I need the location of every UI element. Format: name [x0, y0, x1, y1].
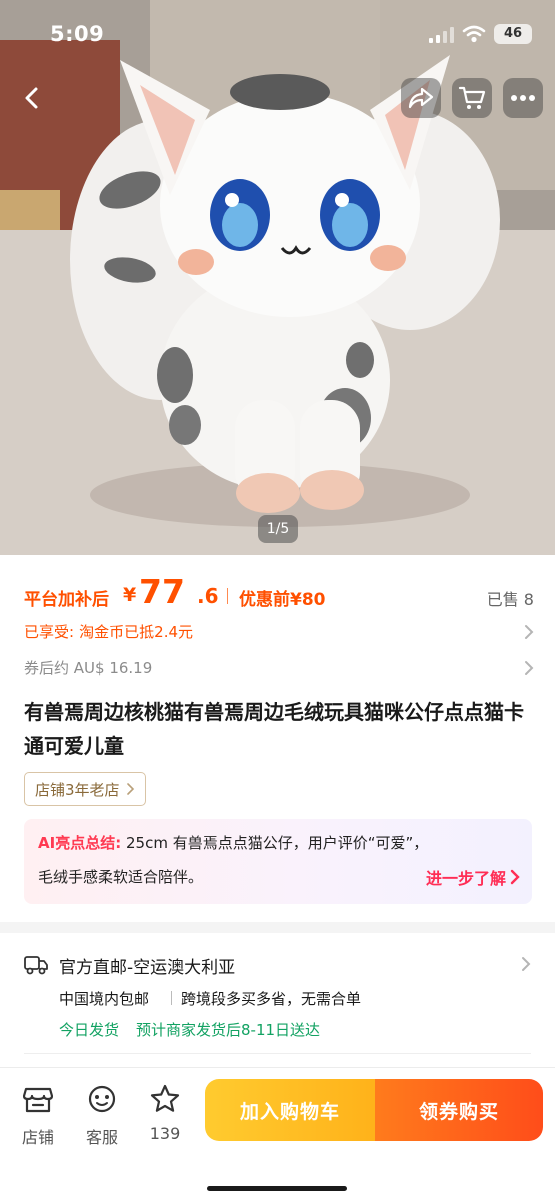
coin-discount-label: 已享受:	[24, 623, 75, 641]
product-info-card: 平台加补后 ¥ 77 .6 优惠前¥80 已售 8 已享受: 淘金币已抵2.4元…	[0, 555, 555, 922]
price-prefix-label: 平台加补后	[24, 590, 109, 610]
product-title: 有兽焉周边核桃猫有兽焉周边毛绒玩具猫咪公仔点点猫卡通可爱儿童	[24, 700, 524, 758]
back-icon	[25, 87, 38, 109]
sold-count: 已售 8	[486, 590, 534, 609]
chevron-right-icon	[525, 625, 534, 639]
shop-icon	[23, 1087, 53, 1113]
share-icon	[408, 87, 434, 109]
chevron-right-icon	[522, 957, 531, 971]
ai-summary-line1: AI亮点总结: 25cm 有兽焉点点猫公仔，用户评价“可爱”，	[38, 832, 428, 853]
coupon-price-row[interactable]: 券后约 AU$ 16.19	[24, 657, 534, 681]
free-domestic-shipping: 中国境内包邮	[59, 990, 150, 1008]
more-button[interactable]	[503, 78, 543, 118]
shop-button[interactable]: 店铺	[13, 1082, 63, 1148]
ai-summary-text2: 毛绒手感柔软适合陪伴。	[38, 868, 204, 886]
favorite-button[interactable]: 139	[140, 1082, 190, 1143]
battery-level: 46	[503, 26, 523, 41]
more-icon	[511, 95, 535, 101]
section-divider	[24, 1053, 531, 1054]
coupon-price-aud: 券后约 AU$ 16.19	[24, 659, 153, 677]
cart-button[interactable]	[452, 78, 492, 118]
price-row: 平台加补后 ¥ 77 .6 优惠前¥80 已售 8	[24, 572, 534, 613]
chevron-right-icon	[126, 783, 134, 795]
product-image-carousel[interactable]: 5:09 46 1/5	[0, 0, 555, 555]
shipping-method: 官方直邮-空运澳大利亚	[59, 958, 236, 978]
ai-summary-text1: 25cm 有兽焉点点猫公仔，用户评价“可爱”，	[125, 834, 429, 852]
favorite-count: 139	[149, 1124, 181, 1143]
cross-border-note: 跨境段多买多省，无需合单	[181, 990, 362, 1008]
star-icon	[150, 1084, 180, 1112]
add-to-cart-button[interactable]: 加入购物车	[205, 1079, 375, 1141]
ships-today: 今日发货	[59, 1021, 120, 1039]
ai-learn-more-link[interactable]: 进一步了解	[426, 865, 520, 889]
price-integer: 77	[139, 572, 185, 611]
cart-icon	[458, 86, 486, 109]
ai-summary-label: AI亮点总结:	[38, 834, 122, 852]
ai-learn-more-label: 进一步了解	[425, 869, 506, 888]
shop-age-label: 店铺3年老店	[35, 780, 120, 799]
chevron-right-icon	[525, 661, 534, 675]
chevron-right-icon	[510, 869, 520, 885]
back-button[interactable]	[13, 78, 53, 118]
price-decimal: .6	[197, 584, 219, 608]
status-time: 5:09	[50, 22, 105, 46]
service-icon	[88, 1085, 116, 1113]
coin-discount-row[interactable]: 已享受: 淘金币已抵2.4元	[24, 621, 534, 645]
buy-now-button[interactable]: 领券购买	[375, 1079, 543, 1141]
battery-indicator: 46	[494, 24, 532, 44]
shop-age-badge[interactable]: 店铺3年老店	[24, 772, 146, 806]
image-page-counter: 1/5	[258, 515, 298, 543]
shipping-divider	[171, 991, 172, 1005]
signal-icon	[429, 27, 454, 43]
price-divider	[227, 588, 228, 604]
original-price: 优惠前¥80	[239, 590, 326, 610]
bottom-action-bar: 店铺 客服 139 加入购物车 领券购买	[0, 1067, 555, 1200]
home-indicator	[207, 1186, 347, 1191]
delivery-eta: 预计商家发货后8-11日送达	[136, 1021, 321, 1039]
share-button[interactable]	[401, 78, 441, 118]
status-bar: 5:09 46	[0, 0, 555, 60]
coin-discount-value: 淘金币已抵2.4元	[79, 623, 194, 641]
truck-icon	[24, 956, 48, 975]
shop-button-label: 店铺	[21, 1128, 54, 1147]
wifi-icon	[462, 25, 486, 43]
ai-summary-box[interactable]: AI亮点总结: 25cm 有兽焉点点猫公仔，用户评价“可爱”， 毛绒手感柔软适合…	[24, 819, 532, 904]
shipping-section[interactable]: 官方直邮-空运澳大利亚 中国境内包邮 跨境段多买多省，无需合单 今日发货 预计商…	[0, 933, 555, 1067]
service-button-label: 客服	[85, 1128, 118, 1147]
customer-service-button[interactable]: 客服	[77, 1082, 127, 1148]
price-currency: ¥	[123, 584, 137, 606]
